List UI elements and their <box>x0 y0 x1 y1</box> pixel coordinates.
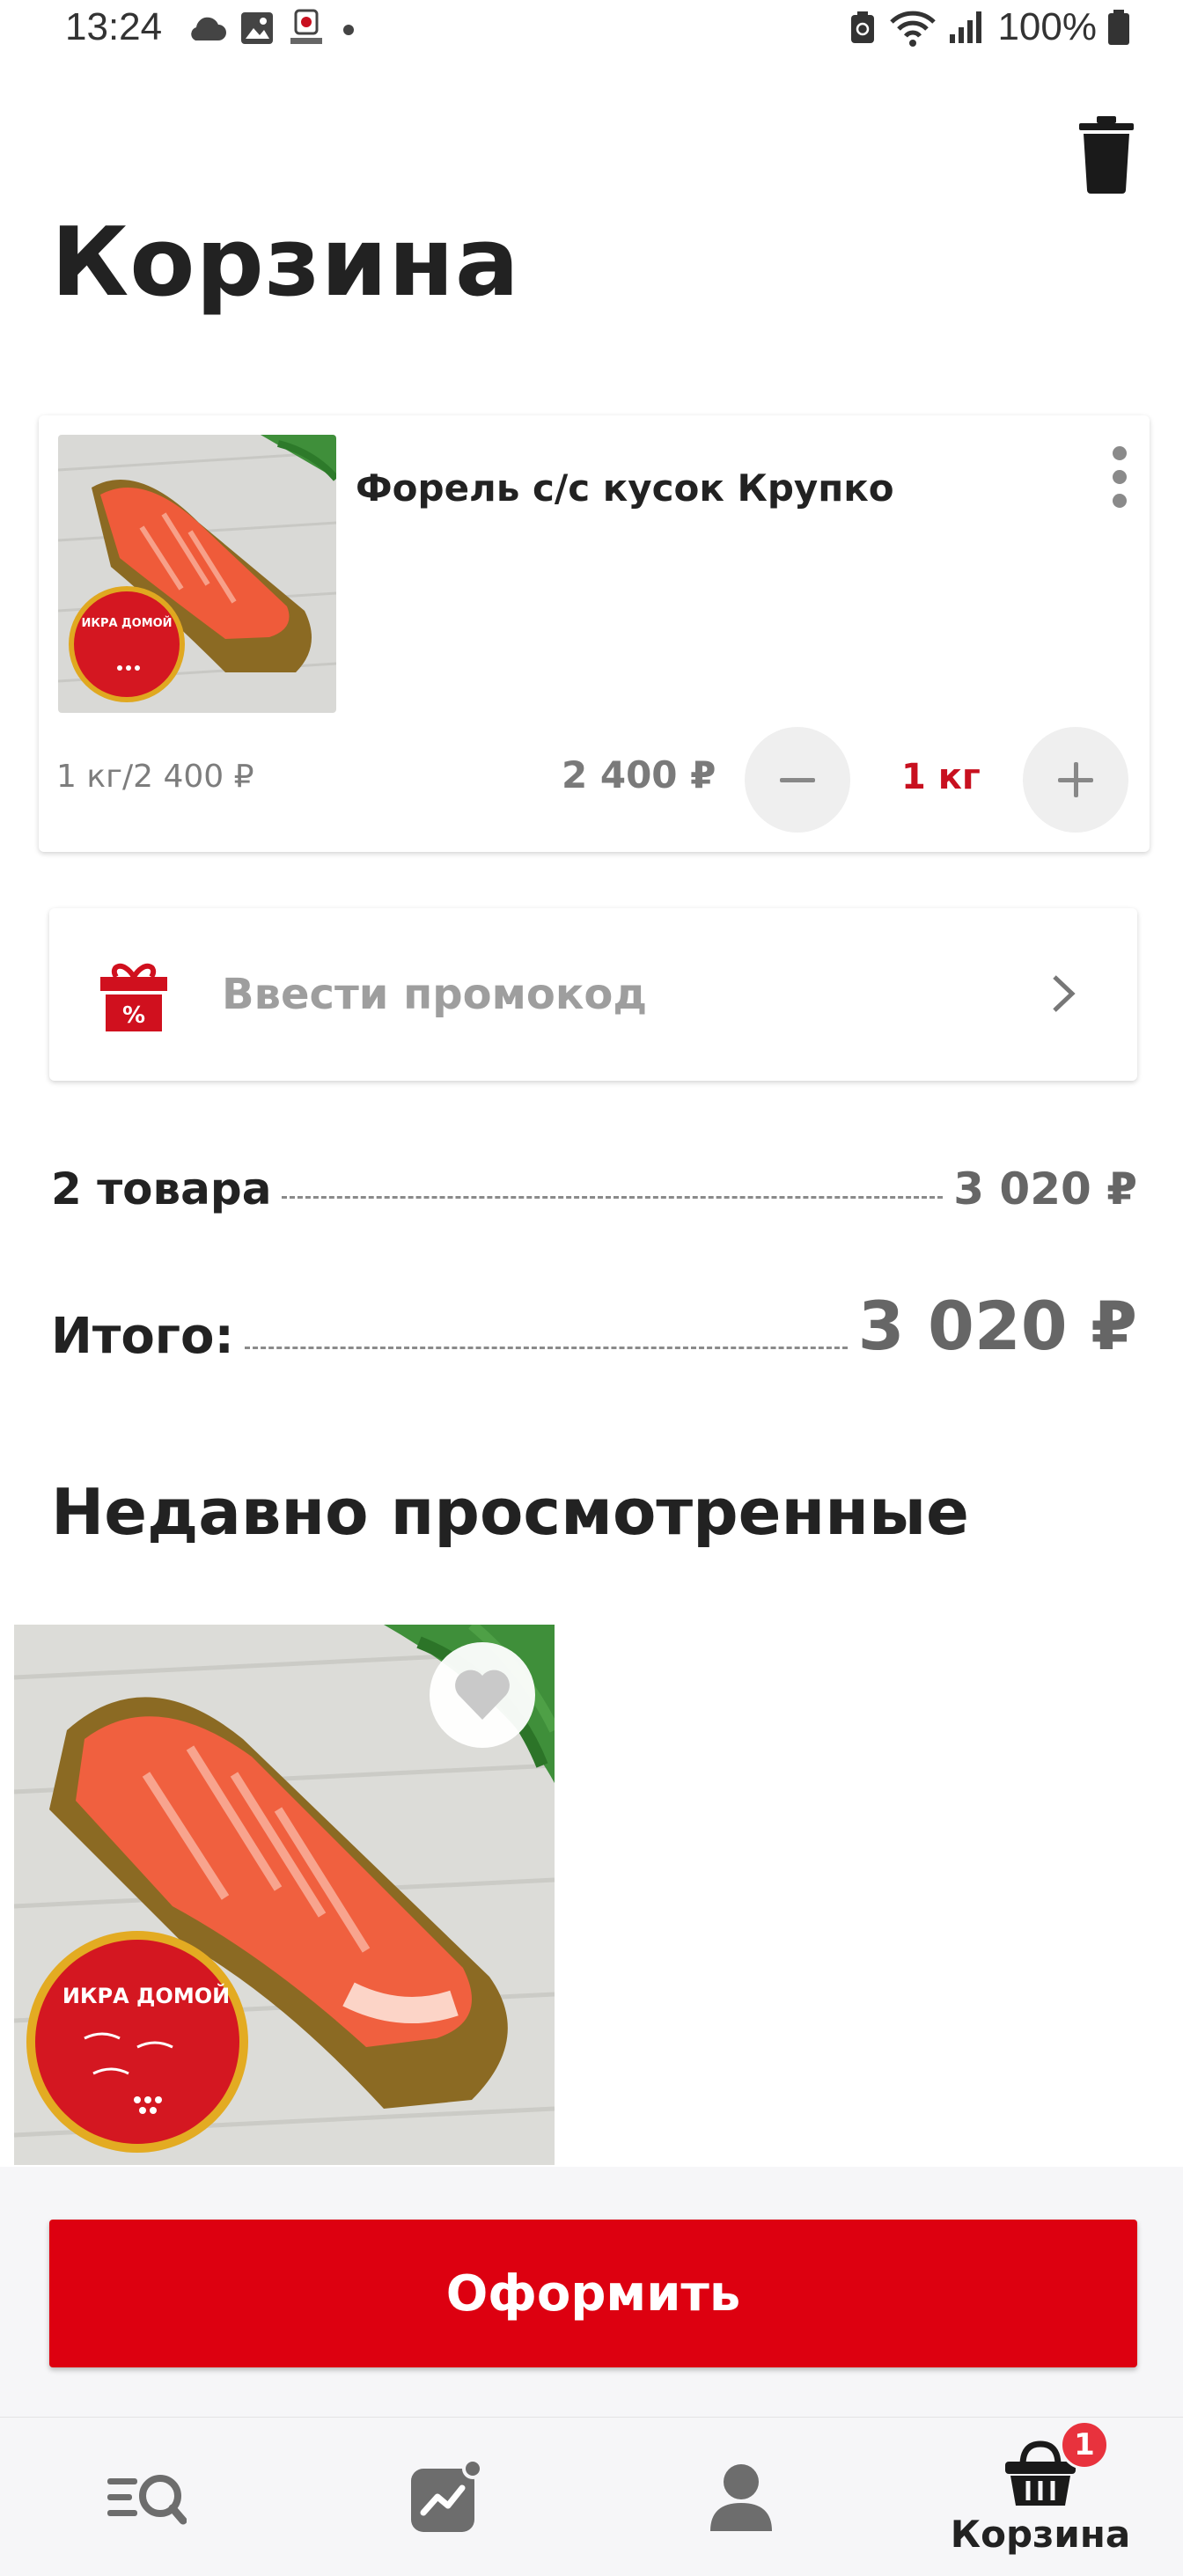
recycle-icon <box>851 11 875 43</box>
nav-cart-label: Корзина <box>950 2513 1131 2556</box>
nav-promotions[interactable] <box>384 2418 507 2576</box>
promo-chart-icon <box>411 2457 483 2532</box>
gift-icon: % <box>100 964 167 1031</box>
wifi-icon <box>890 11 937 47</box>
promo-code-row[interactable]: % Ввести промокод <box>49 908 1137 1081</box>
cart-count-badge: 1 <box>1060 2420 1109 2470</box>
app-notification-icon <box>290 9 322 44</box>
trash-icon[interactable] <box>1076 114 1137 194</box>
status-time: 13:24 <box>65 5 163 48</box>
dotted-leader <box>244 1347 848 1349</box>
battery-percent: 100% <box>997 5 1097 48</box>
items-count-label: 2 товара <box>51 1163 272 1215</box>
recent-product-badge-text: ИКРА ДОМОЙ <box>62 1983 230 2008</box>
decrease-quantity-button[interactable] <box>745 727 850 833</box>
items-sum-value: 3 020 ₽ <box>953 1163 1137 1215</box>
image-icon <box>241 12 273 44</box>
status-notification-icons <box>185 9 359 48</box>
status-bar: 13:24 100% <box>0 0 1183 56</box>
status-system-icons: 100% <box>848 5 1130 49</box>
total-value: 3 020 ₽ <box>857 1287 1137 1365</box>
product-image[interactable]: ИКРА ДОМОЙ <box>58 435 336 713</box>
nav-profile[interactable] <box>680 2418 803 2576</box>
cloud-icon <box>191 17 226 40</box>
dot-icon <box>343 25 354 35</box>
cart-item-name[interactable]: Форель с/с кусок Крупко <box>356 466 894 510</box>
checkout-button[interactable]: Оформить <box>49 2220 1137 2367</box>
increase-quantity-button[interactable] <box>1023 727 1128 833</box>
items-summary-row: 2 товара 3 020 ₽ <box>51 1163 1137 1215</box>
bottom-nav: Корзина <box>0 2417 1183 2576</box>
battery-icon <box>1108 10 1129 45</box>
total-label: Итого: <box>51 1308 234 1365</box>
quantity-value: 1 кг <box>901 757 981 797</box>
heart-icon <box>455 1670 510 1720</box>
total-row: Итого: 3 020 ₽ <box>51 1287 1137 1365</box>
signal-icon <box>950 11 982 43</box>
recently-viewed-title: Недавно просмотренные <box>51 1475 969 1549</box>
dotted-leader <box>282 1196 944 1199</box>
page-title: Корзина <box>51 208 520 318</box>
more-options-icon[interactable] <box>1102 442 1137 512</box>
promo-code-label: Ввести промокод <box>222 970 648 1019</box>
line-price: 2 400 ₽ <box>562 753 716 796</box>
favorite-button[interactable] <box>430 1642 535 1748</box>
cart-item-card[interactable]: ИКРА ДОМОЙ Форель с/с кусок Крупко 1 кг/… <box>39 415 1150 852</box>
product-badge-text: ИКРА ДОМОЙ <box>81 616 172 630</box>
nav-cart[interactable]: Корзина <box>937 2418 1144 2576</box>
profile-icon <box>710 2463 772 2531</box>
nav-catalog[interactable] <box>84 2418 208 2576</box>
catalog-search-icon <box>107 2474 187 2524</box>
svg-text:%: % <box>122 1002 145 1029</box>
unit-price: 1 кг/2 400 ₽ <box>56 759 254 795</box>
chevron-right-icon <box>1053 975 1076 1012</box>
